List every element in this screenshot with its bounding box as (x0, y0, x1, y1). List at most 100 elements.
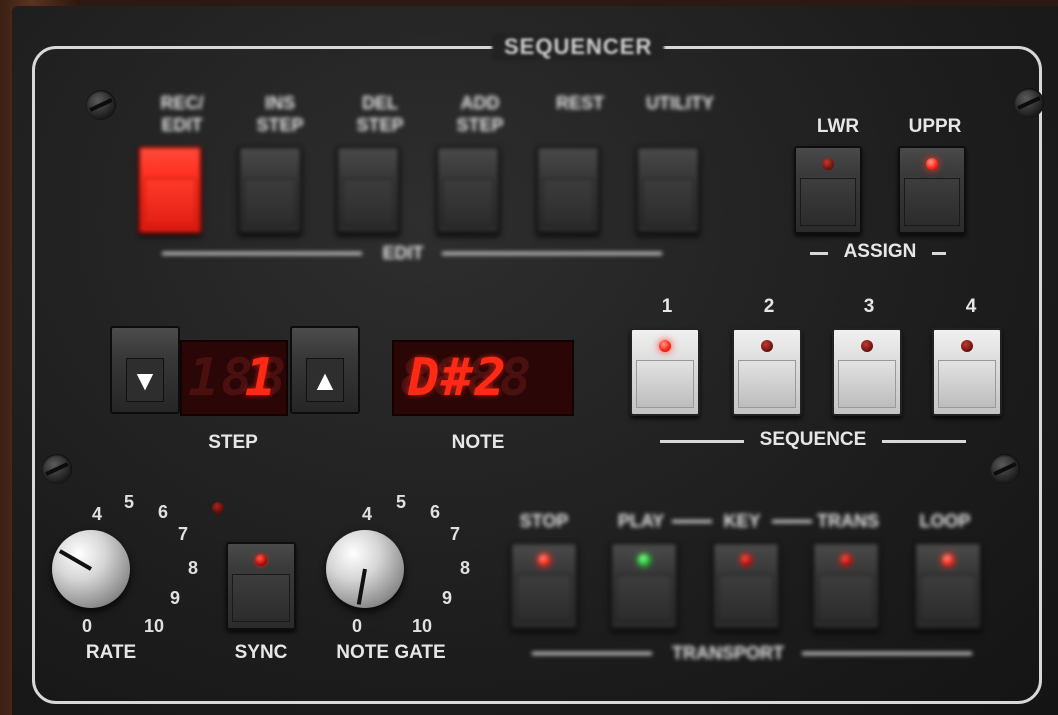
edit-group-line-right (442, 252, 662, 255)
label-line2: STEP (456, 115, 504, 135)
led-indicator (538, 554, 550, 566)
led-indicator (638, 554, 650, 566)
button-face (818, 574, 874, 622)
rate-tick-4: 4 (92, 504, 103, 524)
button-face (938, 360, 996, 408)
rate-tick-10: 10 (144, 616, 165, 636)
rate-tick-8: 8 (188, 558, 199, 578)
ins-step-label: INS STEP (240, 92, 320, 136)
edit-group-line-left (162, 252, 362, 255)
assign-line-right (932, 252, 946, 255)
note-display: 8888 D#2 (392, 340, 574, 416)
down-arrow-icon: ▼ (126, 358, 164, 402)
sequence-line-right (882, 440, 966, 443)
led-indicator (822, 158, 834, 170)
button-face (800, 178, 856, 226)
rate-tick-6: 6 (158, 502, 169, 522)
sequence-number-1: 1 (661, 296, 673, 317)
sync-button[interactable] (226, 542, 296, 630)
screw-mid-right (990, 454, 1020, 484)
loop-label: LOOP (919, 511, 971, 531)
led-indicator (926, 158, 938, 170)
note-gate-knob[interactable] (326, 530, 404, 608)
sequence-4-button[interactable] (932, 328, 1002, 416)
step-down-button[interactable]: ▼ (110, 326, 180, 414)
assign-group-label: ASSIGN (843, 241, 917, 262)
utility-button[interactable] (636, 146, 700, 234)
lwr-button[interactable] (794, 146, 862, 234)
button-face (516, 574, 572, 622)
button-face (920, 574, 976, 622)
screw-top-left (86, 90, 116, 120)
trans-button[interactable] (812, 542, 880, 630)
rate-tick-9: 9 (170, 588, 181, 608)
step-display: 188 1 (180, 340, 288, 416)
led-indicator (659, 340, 671, 352)
uppr-label: UPPR (908, 116, 962, 137)
button-face (636, 360, 694, 408)
rest-button[interactable] (536, 146, 600, 234)
rate-tick-0: 0 (82, 616, 93, 636)
led-indicator (961, 340, 973, 352)
button-face (342, 178, 394, 226)
note-display-value: D#2 (408, 348, 508, 408)
stop-button[interactable] (510, 542, 578, 630)
key-button[interactable] (712, 542, 780, 630)
button-face (442, 178, 494, 226)
rec-edit-button[interactable] (138, 146, 202, 234)
note-gate-tick-7: 7 (450, 524, 461, 544)
sequence-2-button[interactable] (732, 328, 802, 416)
knob-pointer (356, 568, 367, 605)
assign-line-left (810, 252, 828, 255)
play-button[interactable] (610, 542, 678, 630)
button-face (718, 574, 774, 622)
button-face (542, 178, 594, 226)
led-indicator (255, 554, 267, 566)
rate-label: RATE (85, 642, 137, 663)
screw-top-right (1014, 88, 1044, 118)
note-gate-tick-6: 6 (430, 502, 441, 522)
label-line2: REST (555, 93, 604, 113)
uppr-button[interactable] (898, 146, 966, 234)
led-indicator (761, 340, 773, 352)
label-line2: STEP (256, 115, 304, 135)
sequence-line-left (660, 440, 744, 443)
step-up-button[interactable]: ▲ (290, 326, 360, 414)
loop-button[interactable] (914, 542, 982, 630)
note-gate-tick-8: 8 (460, 558, 471, 578)
button-face (642, 178, 694, 226)
transport-line-right (802, 652, 972, 655)
panel-title: SEQUENCER (492, 34, 665, 60)
lwr-label: LWR (816, 116, 860, 137)
label-line1: INS (264, 93, 295, 113)
note-gate-tick-5: 5 (396, 492, 407, 512)
sequence-number-3: 3 (863, 296, 875, 317)
trans-label: TRANS (817, 511, 879, 531)
label-line2: STEP (356, 115, 404, 135)
button-face (838, 360, 896, 408)
note-label: NOTE (451, 432, 505, 453)
button-face (616, 574, 672, 622)
note-gate-tick-10: 10 (412, 616, 433, 636)
rate-tick-5: 5 (124, 492, 135, 512)
note-gate-tick-0: 0 (352, 616, 363, 636)
add-step-button[interactable] (436, 146, 500, 234)
button-face (244, 178, 296, 226)
led-indicator (740, 554, 752, 566)
note-gate-label: NOTE GATE (336, 642, 446, 663)
del-step-button[interactable] (336, 146, 400, 234)
label-line2: EDIT (161, 115, 203, 135)
ins-step-button[interactable] (238, 146, 302, 234)
button-face (144, 178, 196, 226)
sequence-3-button[interactable] (832, 328, 902, 416)
rate-knob[interactable] (52, 530, 130, 608)
label-line2: UTILITY (646, 93, 714, 113)
stop-label: STOP (519, 511, 569, 531)
sequence-group-label: SEQUENCE (759, 429, 867, 450)
note-gate-tick-4: 4 (362, 504, 373, 524)
del-step-label: DEL STEP (340, 92, 420, 136)
label-line1: ADD (460, 93, 500, 113)
sequence-1-button[interactable] (630, 328, 700, 416)
sequencer-panel: SEQUENCER REC/ EDIT INS STEP DEL STEP AD… (12, 6, 1058, 715)
transport-group-label: TRANSPORT (672, 643, 784, 663)
